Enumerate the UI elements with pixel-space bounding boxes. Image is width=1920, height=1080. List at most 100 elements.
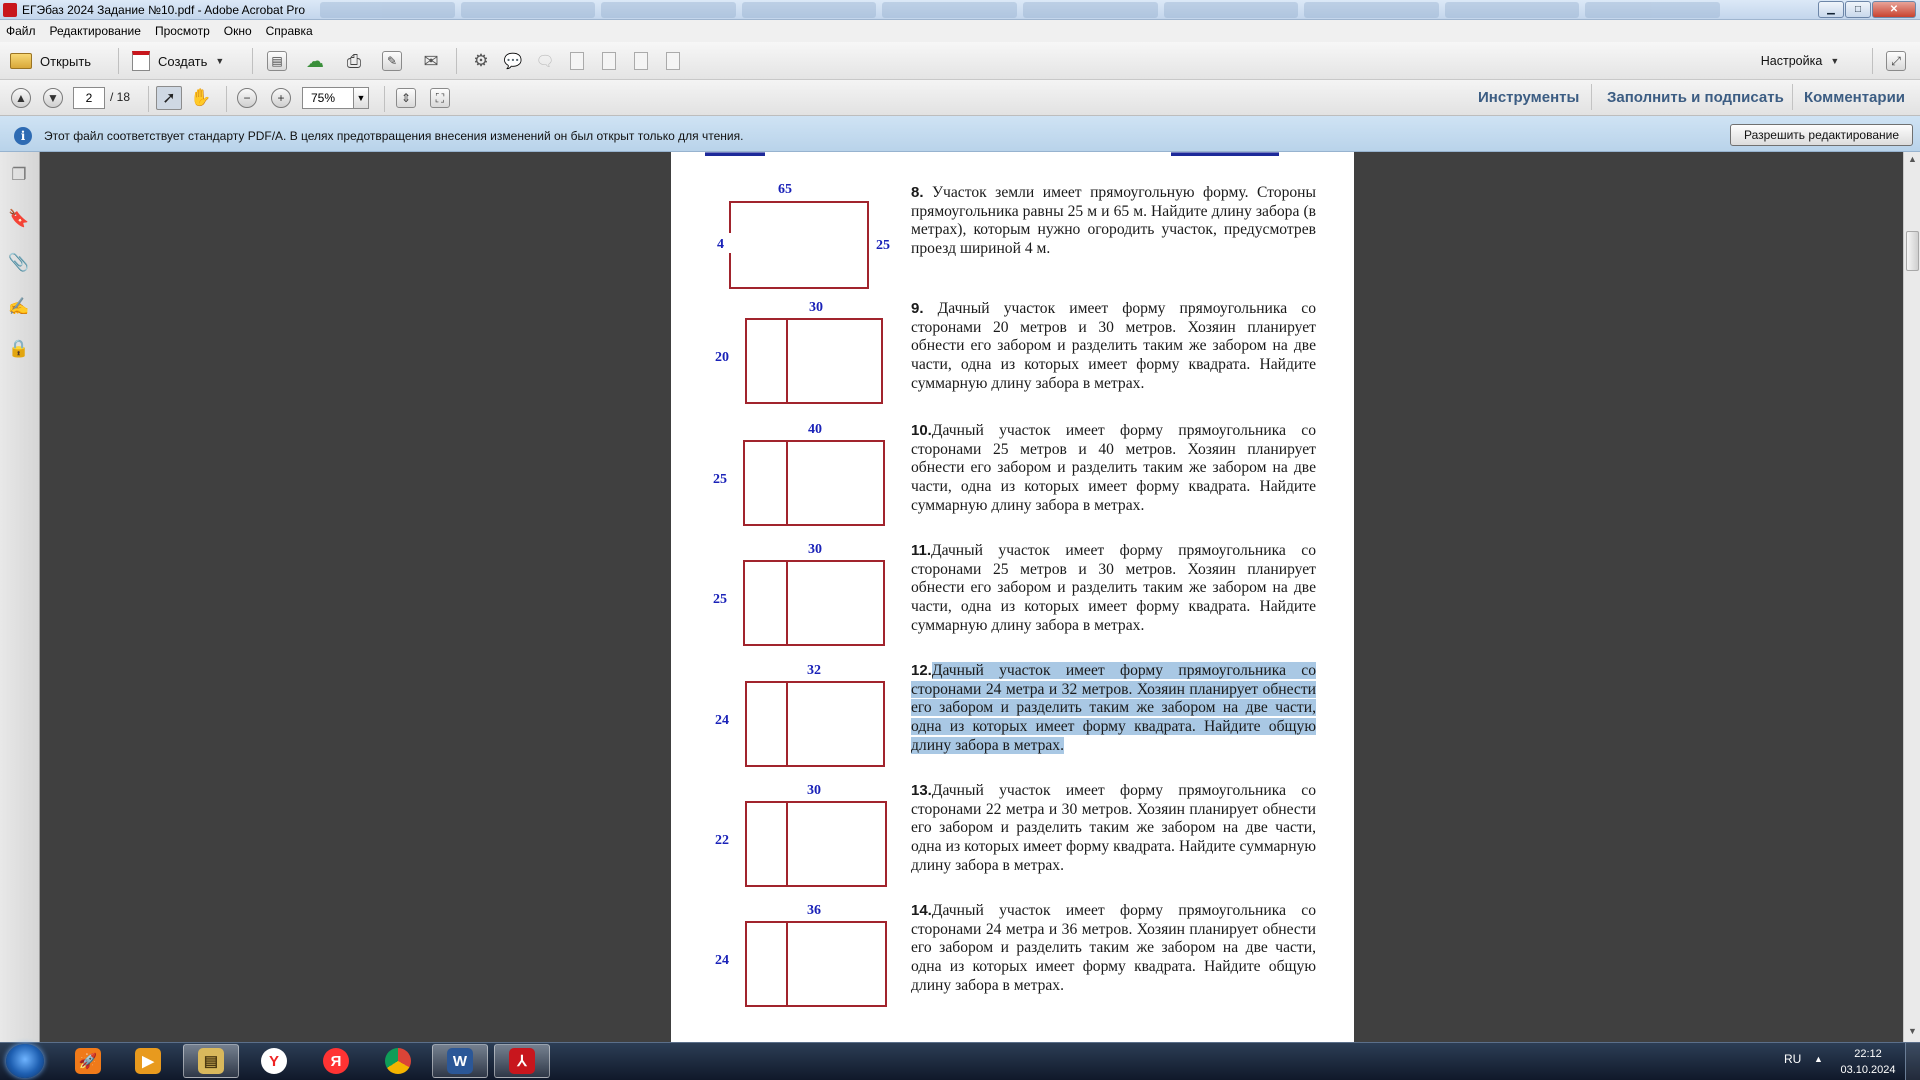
figure-top-label: 30 xyxy=(809,300,823,315)
minus-icon: − xyxy=(237,88,257,108)
expand-icon: ⤢ xyxy=(1886,51,1906,71)
cursor-arrow-icon: ➚ xyxy=(162,90,176,107)
taskbar-file-explorer[interactable]: ▤ xyxy=(183,1044,239,1078)
tab-comments[interactable]: Комментарии xyxy=(1804,89,1905,106)
email-button[interactable]: ✉ xyxy=(418,50,444,72)
enable-editing-button[interactable]: Разрешить редактирование xyxy=(1730,124,1913,146)
figure-left-label: 22 xyxy=(715,833,729,848)
taskbar-yandex[interactable]: Я xyxy=(308,1044,364,1078)
plus-icon: + xyxy=(271,88,291,108)
close-button[interactable]: ✕ xyxy=(1872,1,1916,18)
plot-rectangle xyxy=(745,921,887,1007)
menu-window[interactable]: Окно xyxy=(224,24,252,38)
attachment-paperclip-icon[interactable]: 📎 xyxy=(8,252,30,274)
settings-button[interactable]: ⚙ xyxy=(470,50,492,72)
task-12-selected[interactable]: 12.Дачный участок имеет форму прямоуголь… xyxy=(911,662,1316,756)
figure-task-11: 30 25 xyxy=(713,542,885,652)
start-button[interactable] xyxy=(6,1044,44,1078)
fence-divider xyxy=(786,440,788,526)
cloud-upload-icon: ☁ xyxy=(306,50,324,71)
next-page-button[interactable]: ▼ xyxy=(42,87,64,109)
tab-tools[interactable]: Инструменты xyxy=(1478,89,1579,106)
system-clock[interactable]: 22:12 03.10.2024 xyxy=(1838,1046,1898,1078)
figure-top-label: 65 xyxy=(778,182,792,197)
taskbar-acrobat[interactable]: ⅄ xyxy=(494,1044,550,1078)
previous-page-button[interactable]: ▲ xyxy=(10,87,32,109)
page-thumbnails-icon[interactable]: ❐ xyxy=(8,164,30,186)
document-viewport[interactable]: ▬▬▬▬▬ ▬▬▬▬▬▬▬▬▬ 65 4 25 8. Участок земли … xyxy=(41,152,1903,1042)
tab-fill-sign[interactable]: Заполнить и подписать xyxy=(1607,89,1784,106)
page-delete-button[interactable] xyxy=(566,50,588,72)
folder-icon: ▤ xyxy=(198,1048,224,1074)
highlight-comment-button[interactable]: 🗨 xyxy=(534,50,556,72)
selected-text-highlight[interactable]: Дачный участок имеет форму прямоугольник… xyxy=(911,662,1316,754)
comment-button[interactable]: 💬 xyxy=(502,50,524,72)
minimize-button[interactable]: ▁ xyxy=(1818,1,1844,18)
page-number-input[interactable]: 2 xyxy=(73,87,105,109)
bookmark-icon[interactable]: 🔖 xyxy=(8,208,30,230)
menu-edit[interactable]: Редактирование xyxy=(50,24,141,38)
minimize-icon: ▁ xyxy=(1827,4,1835,15)
open-button[interactable]: Открыть xyxy=(10,49,110,73)
figure-gap-label: 4 xyxy=(717,237,724,252)
taskbar-yandex-browser[interactable]: Y xyxy=(246,1044,302,1078)
taskbar-media-player[interactable]: ▶ xyxy=(120,1044,176,1078)
fit-width-button[interactable]: ⛶ xyxy=(428,87,452,109)
clock-date: 03.10.2024 xyxy=(1840,1064,1896,1076)
customize-dropdown[interactable]: Настройка ▼ xyxy=(1760,50,1840,72)
fit-page-button[interactable]: ⇕ xyxy=(394,87,418,109)
create-button[interactable]: Создать ▼ xyxy=(132,49,236,73)
page-edit-button[interactable] xyxy=(662,50,684,72)
create-pdf-icon xyxy=(132,51,150,71)
chrome-icon xyxy=(385,1048,411,1074)
scroll-down-icon[interactable]: ▼ xyxy=(1906,1026,1919,1040)
scrollbar-thumb[interactable] xyxy=(1906,231,1919,271)
hand-tool-button[interactable]: ✋ xyxy=(188,86,214,110)
figure-top-label: 32 xyxy=(807,663,821,678)
maximize-button[interactable]: □ xyxy=(1845,1,1871,18)
page-rotate-button[interactable] xyxy=(630,50,652,72)
pdf-page: ▬▬▬▬▬ ▬▬▬▬▬▬▬▬▬ 65 4 25 8. Участок земли … xyxy=(671,152,1354,1042)
taskbar-chrome[interactable] xyxy=(370,1044,426,1078)
task-14: 14.Дачный участок имеет форму прямоуголь… xyxy=(911,902,1316,994)
upload-button[interactable]: ☁ xyxy=(302,50,328,72)
taskbar-rocket-app[interactable]: 🚀 xyxy=(60,1044,116,1078)
main-toolbar xyxy=(0,42,1920,80)
keyboard-language[interactable]: RU xyxy=(1784,1052,1801,1066)
fence-divider xyxy=(786,560,788,646)
gear-icon: ⚙ xyxy=(473,51,489,70)
menu-help[interactable]: Справка xyxy=(266,24,313,38)
save-button[interactable]: ▤ xyxy=(266,50,288,72)
figure-left-label: 25 xyxy=(713,592,727,607)
print-button[interactable]: ⎙ xyxy=(342,50,366,72)
vertical-scrollbar[interactable]: ▲ ▼ xyxy=(1903,152,1920,1042)
page-rotate-icon xyxy=(634,52,648,70)
info-message: Этот файл соответствует стандарту PDF/A.… xyxy=(44,129,744,143)
zoom-level-input[interactable]: 75% xyxy=(302,87,354,109)
taskbar-word[interactable]: W xyxy=(432,1044,488,1078)
select-tool-button[interactable]: ➚ xyxy=(156,86,182,110)
zoom-out-button[interactable]: − xyxy=(236,87,258,109)
plot-rectangle xyxy=(743,440,885,526)
fullscreen-button[interactable]: ⤢ xyxy=(1884,49,1908,73)
page-total-label: / 18 xyxy=(110,90,131,104)
show-desktop-button[interactable] xyxy=(1905,1043,1920,1080)
figure-task-8: 65 4 25 xyxy=(711,182,890,289)
menu-view[interactable]: Просмотр xyxy=(155,24,210,38)
security-lock-icon[interactable]: 🔒 xyxy=(8,338,30,360)
page-extract-button[interactable] xyxy=(598,50,620,72)
printer-icon: ⎙ xyxy=(346,50,362,71)
window-title: ЕГЭбаз 2024 Задание №10.pdf - Adobe Acro… xyxy=(22,3,306,17)
edit-document-button[interactable]: ✎ xyxy=(380,50,404,72)
zoom-dropdown-button[interactable]: ▼ xyxy=(353,87,369,109)
open-label: Открыть xyxy=(40,53,92,69)
scroll-up-icon[interactable]: ▲ xyxy=(1906,154,1919,168)
speech-bubble-highlight-icon: 🗨 xyxy=(535,53,555,70)
plot-rectangle xyxy=(729,201,869,289)
folder-icon xyxy=(10,53,32,69)
signature-icon[interactable]: ✍ xyxy=(8,296,30,318)
menu-file[interactable]: Файл xyxy=(6,24,36,38)
navigation-panel: ❐ 🔖 📎 ✍ 🔒 xyxy=(0,152,40,1042)
tray-expand-icon[interactable]: ▲ xyxy=(1814,1054,1823,1064)
zoom-in-button[interactable]: + xyxy=(270,87,292,109)
